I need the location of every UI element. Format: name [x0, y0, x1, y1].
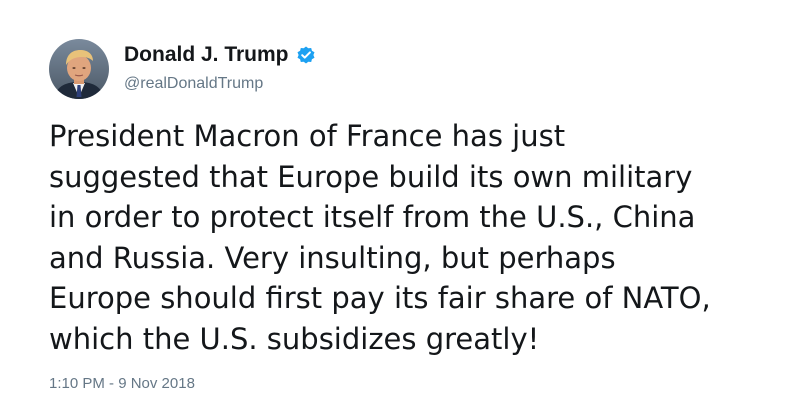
author-handle[interactable]: @realDonaldTrump — [124, 75, 263, 93]
avatar[interactable] — [49, 39, 109, 99]
tweet-text: President Macron of France has just sugg… — [49, 119, 711, 356]
display-name[interactable]: Donald J. Trump — [124, 43, 289, 67]
verified-badge-icon — [296, 45, 316, 65]
profile-photo — [49, 39, 109, 99]
author-name-row: Donald J. Trump — [124, 42, 316, 68]
tweet-timestamp[interactable]: 1:10 PM - 9 Nov 2018 — [49, 375, 195, 392]
tweet-card: Donald J. Trump @realDonaldTrump Preside… — [0, 0, 801, 420]
